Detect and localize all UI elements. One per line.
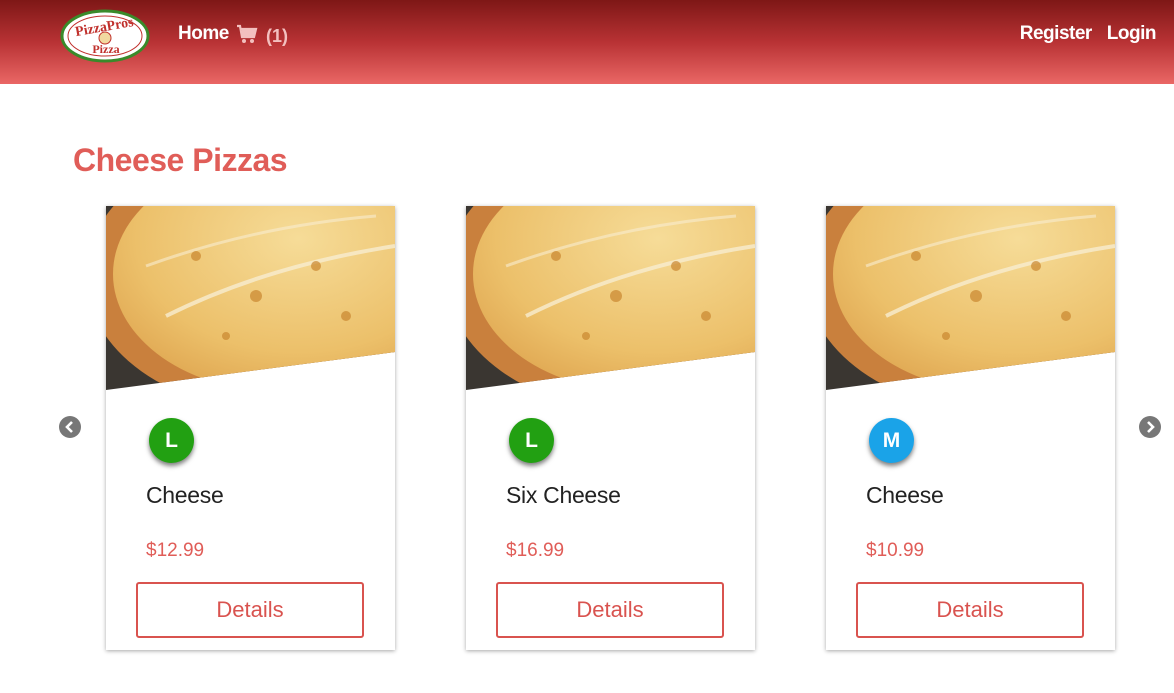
register-link[interactable]: Register (1020, 23, 1093, 45)
shopping-cart-icon (236, 24, 258, 49)
navbar: PizzaPros Pizza Home (1) Register Login (0, 0, 1174, 84)
product-card: L Six Cheese $16.99 Details (466, 206, 755, 650)
details-button[interactable]: Details (496, 582, 724, 638)
nav-cart-link[interactable]: (1) (236, 24, 288, 49)
product-price: $10.99 (866, 540, 925, 561)
pizzapros-logo[interactable]: PizzaPros Pizza (60, 9, 150, 63)
chevron-right-icon (1147, 421, 1155, 433)
chevron-left-icon (65, 421, 73, 433)
product-name: Cheese (146, 482, 224, 508)
details-button[interactable]: Details (136, 582, 364, 638)
pizza-image (106, 206, 395, 390)
pizza-image (466, 206, 755, 390)
cart-count: (1) (266, 26, 288, 46)
size-badge: L (149, 418, 194, 463)
product-price: $12.99 (146, 540, 205, 561)
size-badge: L (509, 418, 554, 463)
carousel-next-button[interactable] (1139, 416, 1161, 438)
size-badge: M (869, 418, 914, 463)
nav-home-link[interactable]: Home (178, 23, 229, 45)
product-card: M Cheese $10.99 Details (826, 206, 1115, 650)
product-price: $16.99 (506, 540, 565, 561)
product-card: L Cheese $12.99 Details (106, 206, 395, 650)
carousel-prev-button[interactable] (59, 416, 81, 438)
login-link[interactable]: Login (1107, 23, 1157, 45)
details-button[interactable]: Details (856, 582, 1084, 638)
pizza-image (826, 206, 1115, 390)
product-name: Cheese (866, 482, 944, 508)
svg-text:Pizza: Pizza (92, 42, 119, 56)
product-name: Six Cheese (506, 482, 621, 508)
nav-account-links: Register Login (1020, 23, 1157, 45)
page-title: Cheese Pizzas (73, 142, 288, 178)
